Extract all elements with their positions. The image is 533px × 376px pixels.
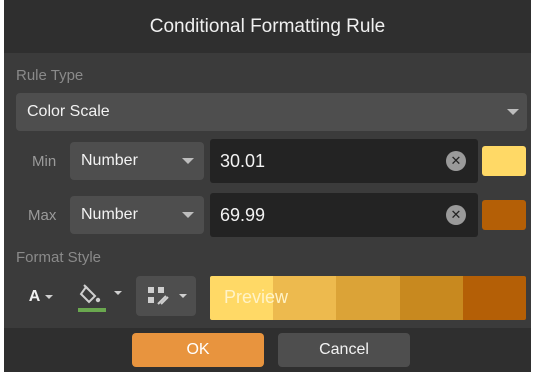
max-value: 69.99 <box>220 204 266 225</box>
chevron-down-icon <box>182 212 194 218</box>
max-type-dropdown[interactable]: Number <box>70 196 204 234</box>
rule-type-label: Rule Type <box>16 67 84 84</box>
rule-type-dropdown[interactable]: Color Scale <box>16 93 527 131</box>
clear-icon[interactable]: ✕ <box>446 205 466 225</box>
ok-button[interactable]: OK <box>132 333 264 367</box>
preview-segment <box>336 276 400 320</box>
conditional-formatting-dialog: Conditional Formatting Rule Rule Type Co… <box>4 0 531 372</box>
min-value-input[interactable]: 30.01 ✕ <box>210 139 478 183</box>
chevron-down-icon <box>507 109 519 115</box>
min-label: Min <box>32 153 57 170</box>
chevron-down-icon <box>113 291 122 295</box>
min-value: 30.01 <box>220 150 266 171</box>
max-type-value: Number <box>81 206 138 223</box>
max-color-swatch[interactable] <box>482 200 526 230</box>
clear-icon[interactable]: ✕ <box>446 151 466 171</box>
chevron-down-icon <box>178 294 187 298</box>
color-scale-preview: Preview <box>210 276 526 320</box>
min-type-dropdown[interactable]: Number <box>70 142 204 180</box>
font-color-button[interactable]: A <box>18 277 64 317</box>
icon-set-icon <box>147 287 169 305</box>
max-value-input[interactable]: 69.99 ✕ <box>210 193 478 237</box>
preview-segment <box>399 276 463 320</box>
cancel-button[interactable]: Cancel <box>278 333 410 367</box>
fill-color-button[interactable] <box>72 277 124 317</box>
preview-label: Preview <box>224 287 289 307</box>
chevron-down-icon <box>45 295 54 299</box>
paint-bucket-icon <box>77 284 106 312</box>
preview-segment <box>462 276 526 320</box>
icon-set-button[interactable] <box>136 276 196 316</box>
dialog-footer: OK Cancel <box>4 328 531 372</box>
min-type-value: Number <box>81 152 138 169</box>
max-label: Max <box>28 207 57 224</box>
format-style-label: Format Style <box>16 249 102 266</box>
font-color-icon: A <box>28 288 41 305</box>
rule-type-value: Color Scale <box>27 103 110 120</box>
min-color-swatch[interactable] <box>482 146 526 176</box>
chevron-down-icon <box>182 158 194 164</box>
dialog-title: Conditional Formatting Rule <box>149 15 386 37</box>
dialog-title-bar: Conditional Formatting Rule <box>4 0 531 53</box>
